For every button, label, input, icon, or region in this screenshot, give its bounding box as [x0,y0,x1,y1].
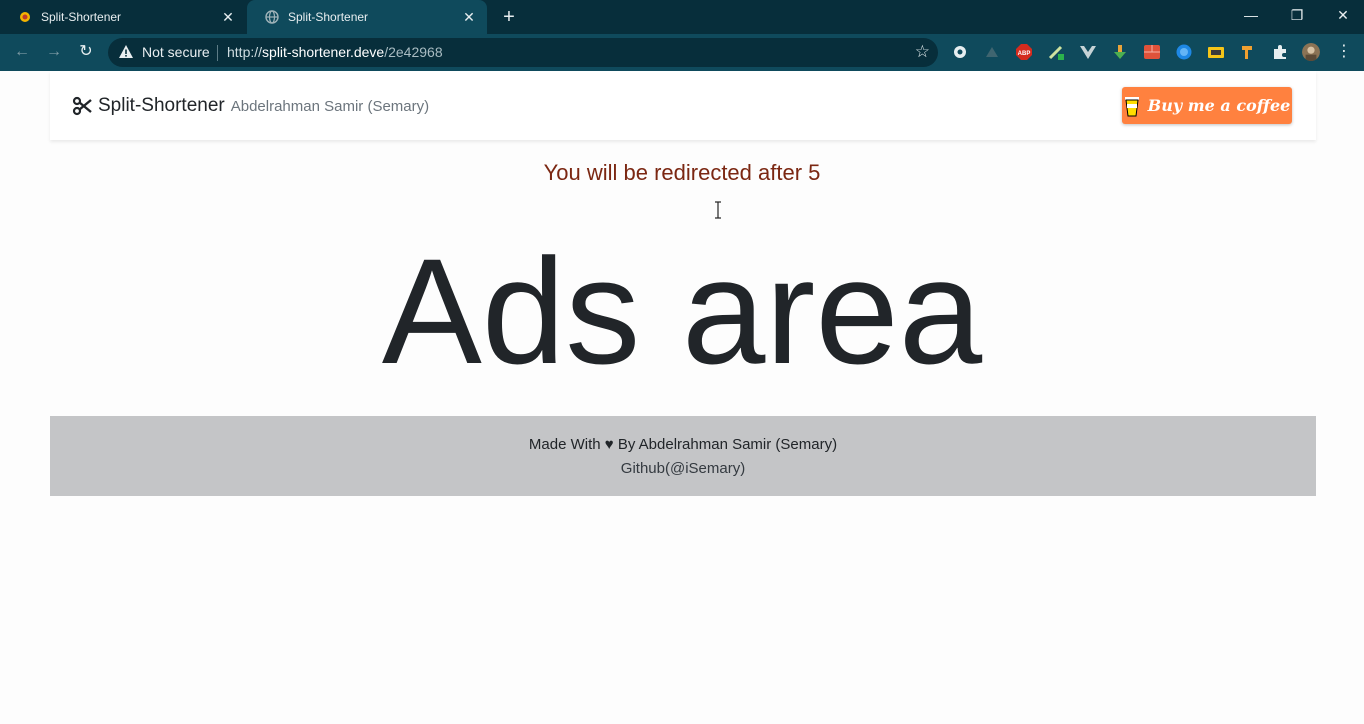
brand-author: Abdelrahman Samir (Semary) [230,98,430,115]
download-extension-icon[interactable] [1111,43,1129,61]
warning-triangle-icon [119,45,133,58]
close-window-icon[interactable]: ✕ [1330,4,1356,26]
url-host: split-shortener.deve [262,44,385,60]
svg-text:ABP: ABP [1018,51,1031,57]
ads-area: Ads area [381,227,983,395]
url-scheme: http:// [227,44,263,60]
site-navbar: Split-Shortener Abdelrahman Samir (Semar… [50,71,1316,140]
text-cursor-icon [715,201,721,219]
url-text[interactable]: http://split-shortener.deve/2e42968 [227,44,443,60]
close-tab-icon[interactable]: ✕ [461,9,477,25]
footer-credit: Made With ♥ By Abdelrahman Samir (Semary… [528,436,838,453]
forward-arrow-icon[interactable]: → [43,41,65,63]
minimize-window-icon[interactable]: — [1238,4,1264,26]
bookmark-star-icon[interactable]: ☆ [915,42,930,62]
buy-me-a-coffee-button[interactable]: Buy me a coffee [1122,87,1292,124]
globe-icon [265,10,279,24]
gear-extension-icon[interactable] [951,43,969,61]
reload-icon[interactable]: ↻ [75,41,97,63]
puzzle-extensions-icon[interactable] [1271,43,1289,61]
back-arrow-icon[interactable]: ← [11,41,33,63]
close-tab-icon[interactable]: ✕ [220,9,236,25]
browser-tab[interactable]: Split-Shortener ✕ [0,0,246,34]
address-bar[interactable]: Not secure http://split-shortener.deve/2… [108,38,938,67]
tab-title: Split-Shortener [41,10,122,24]
brick-extension-icon[interactable] [1143,43,1161,61]
browser-tab-active[interactable]: Split-Shortener ✕ [247,0,487,34]
app-favicon-icon [20,12,30,22]
url-path: /2e42968 [384,44,443,60]
tab-title: Split-Shortener [288,10,369,24]
restore-window-icon[interactable]: ❐ [1284,4,1310,26]
vue-devtools-icon[interactable] [1079,43,1097,61]
redirect-message: You will be redirected after 5 [543,160,821,185]
brand-name: Split-Shortener [98,95,225,116]
folder-extension-icon[interactable] [1207,43,1225,61]
browser-menu-icon[interactable]: ⋮ [1333,41,1355,63]
scissors-icon [72,96,92,116]
brand[interactable]: Split-Shortener Abdelrahman Samir (Semar… [72,95,429,117]
site-footer: Made With ♥ By Abdelrahman Samir (Semary… [50,416,1316,496]
new-tab-plus-icon[interactable]: + [498,6,520,28]
extension-icon[interactable] [983,43,1001,61]
coffee-button-label: Buy me a coffee [1147,96,1291,115]
address-separator [217,45,218,61]
adblock-icon[interactable]: ABP [1015,43,1033,61]
profile-avatar[interactable] [1302,43,1320,61]
pen-extension-icon[interactable] [1047,43,1065,61]
hammer-extension-icon[interactable] [1239,43,1257,61]
coffee-cup-icon [1124,96,1139,116]
github-link[interactable]: Github(@iSemary) [50,460,1316,477]
blue-globe-extension-icon[interactable] [1175,43,1193,61]
browser-toolbar: ← → ↻ Not secure http://split-shortener.… [0,34,1364,71]
browser-tab-strip: Split-Shortener ✕ Split-Shortener ✕ + — … [0,0,1364,34]
not-secure-label[interactable]: Not secure [142,44,210,60]
